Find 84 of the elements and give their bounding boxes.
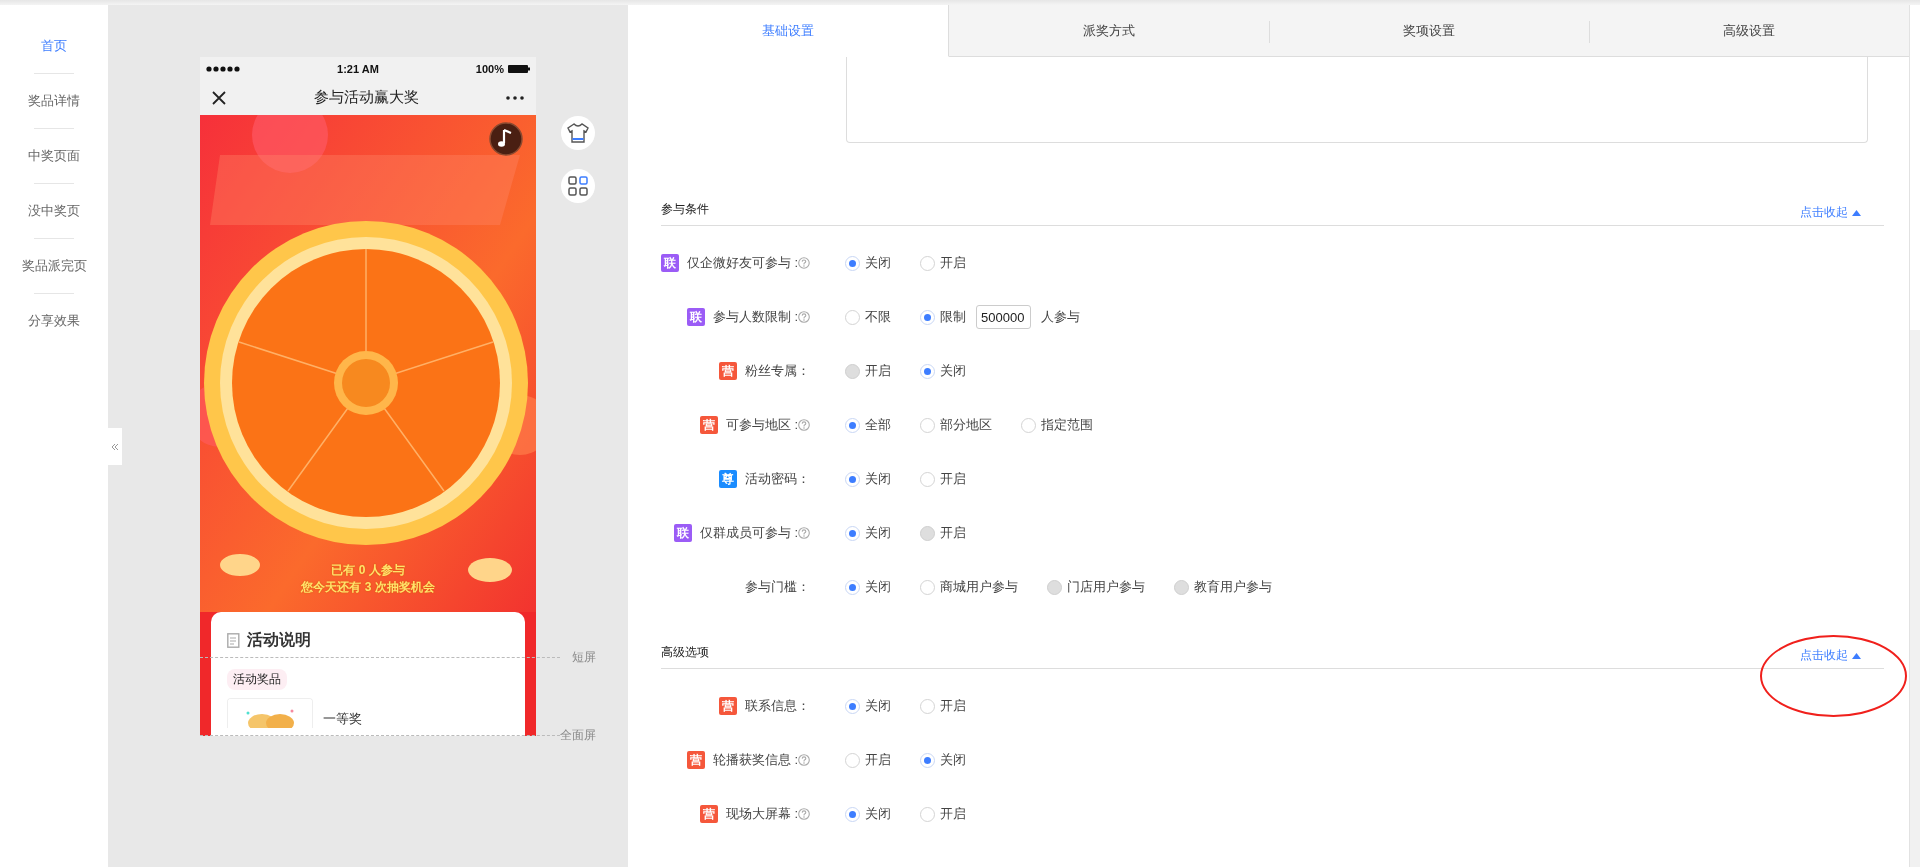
- collapse-link[interactable]: 点击收起: [1800, 204, 1861, 221]
- field-label: 仅企微好友可参与 :: [686, 254, 799, 272]
- participant-count: 已有 0 人参与: [331, 562, 405, 579]
- close-icon[interactable]: [212, 90, 226, 105]
- collapse-link[interactable]: 点击收起: [1800, 647, 1861, 664]
- screen-marker-label: 全面屏: [560, 727, 596, 744]
- radio-option[interactable]: 开启: [920, 805, 966, 823]
- tab[interactable]: 奖项设置: [1269, 5, 1589, 57]
- tag-badge: 尊: [719, 470, 737, 488]
- battery-level: 100%: [475, 62, 504, 75]
- remaining-chances: 您今天还有 3 次抽奖机会: [301, 579, 435, 596]
- battery-icon: [508, 64, 530, 73]
- scrollbar-thumb[interactable]: [1910, 330, 1920, 867]
- tab[interactable]: 高级设置: [1589, 5, 1909, 57]
- field-label: 联系信息：: [745, 697, 810, 715]
- radio-option[interactable]: 开启: [920, 470, 966, 488]
- help-icon[interactable]: [798, 754, 810, 766]
- radio-option[interactable]: 开启: [845, 751, 891, 769]
- radio-option[interactable]: 限制: [920, 308, 966, 326]
- grid-icon: [568, 176, 588, 196]
- shirt-icon: [567, 123, 589, 143]
- tag-badge: 营: [719, 362, 737, 380]
- help-icon[interactable]: [798, 527, 810, 539]
- card-title: 活动说明: [247, 630, 311, 650]
- nav-item[interactable]: 没中奖页: [28, 194, 80, 228]
- prize-tag: 活动奖品: [227, 669, 287, 690]
- nav-item[interactable]: 中奖页面: [28, 139, 80, 173]
- radio-option[interactable]: 指定范围: [1021, 416, 1093, 434]
- radio-option[interactable]: 部分地区: [920, 416, 992, 434]
- nav-item[interactable]: 首页: [41, 29, 67, 63]
- help-icon[interactable]: [798, 311, 810, 323]
- field-label: 活动密码：: [745, 470, 810, 488]
- music-icon[interactable]: [489, 122, 523, 156]
- layout-button[interactable]: [561, 169, 595, 203]
- radio-option[interactable]: 关闭: [845, 805, 891, 823]
- help-icon[interactable]: [798, 419, 810, 431]
- radio-option[interactable]: 关闭: [845, 254, 891, 272]
- theme-button[interactable]: [561, 116, 595, 150]
- field-label: 现场大屏幕 :: [725, 805, 798, 823]
- page-title: 参与活动赢大奖: [313, 88, 419, 107]
- help-icon[interactable]: [798, 257, 810, 269]
- more-icon[interactable]: [506, 95, 524, 100]
- tag-badge: 营: [719, 697, 737, 715]
- tag-badge: 联: [673, 524, 692, 542]
- tag-badge: 营: [699, 805, 718, 823]
- field-label: 可参与地区 :: [725, 416, 798, 434]
- radio-option[interactable]: 开启: [920, 697, 966, 715]
- tag-badge: 联: [661, 254, 679, 272]
- field-label: 粉丝专属：: [745, 362, 810, 380]
- prize-name: 一等奖: [323, 710, 362, 728]
- radio-option[interactable]: 关闭: [845, 470, 891, 488]
- tag-badge: 联: [686, 308, 705, 326]
- double-chevron-icon: [111, 442, 119, 451]
- nav-item[interactable]: 奖品详情: [28, 84, 80, 118]
- radio-option[interactable]: 关闭: [845, 578, 891, 596]
- help-icon[interactable]: [798, 808, 810, 820]
- field-label: 参与门槛：: [745, 578, 810, 596]
- tag-badge: 营: [686, 751, 705, 769]
- radio-option[interactable]: 开启: [920, 254, 966, 272]
- field-label: 轮播获奖信息 :: [712, 751, 798, 769]
- section-title: 高级选项: [661, 644, 709, 661]
- caret-up-icon: [1852, 652, 1861, 659]
- field-label: 参与人数限制 :: [712, 308, 798, 326]
- radio-option[interactable]: 关闭: [920, 751, 966, 769]
- input-suffix: 人参与: [1041, 308, 1080, 326]
- section-title: 参与条件: [661, 201, 709, 218]
- radio-option[interactable]: 不限: [845, 308, 891, 326]
- caret-up-icon: [1852, 209, 1861, 216]
- radio-option[interactable]: 全部: [845, 416, 891, 434]
- screen-marker-label: 短屏: [572, 649, 596, 666]
- radio-option[interactable]: 关闭: [845, 524, 891, 542]
- signal-icon: [206, 65, 240, 72]
- tag-badge: 营: [699, 416, 718, 434]
- radio-option[interactable]: 关闭: [845, 697, 891, 715]
- radio-option[interactable]: 商城用户参与: [920, 578, 1018, 596]
- tab[interactable]: 派奖方式: [949, 5, 1269, 57]
- nav-item[interactable]: 分享效果: [28, 304, 80, 338]
- radio-option[interactable]: 关闭: [920, 362, 966, 380]
- nav-item[interactable]: 奖品派完页: [21, 249, 87, 283]
- document-icon: [227, 633, 241, 648]
- status-time: 1:21 AM: [337, 62, 379, 75]
- number-input[interactable]: 500000: [976, 305, 1031, 329]
- field-label: 仅群成员可参与 :: [699, 524, 798, 542]
- collapse-handle[interactable]: [108, 428, 122, 465]
